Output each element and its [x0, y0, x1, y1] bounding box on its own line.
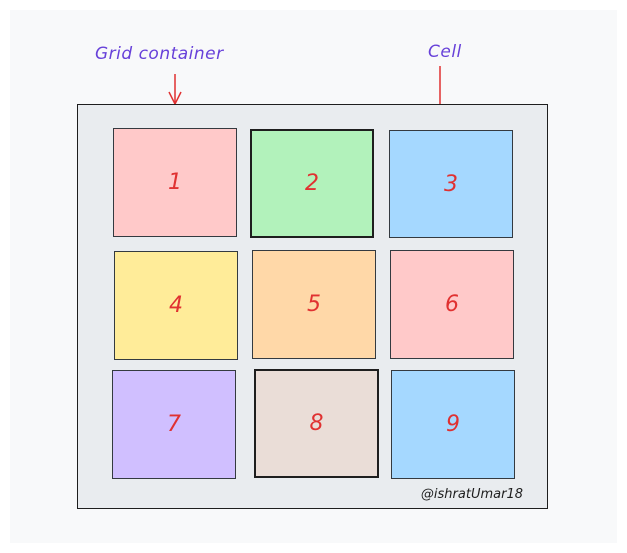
grid-container: 1 2 3 4 5 6 7 8 9 @ishratUmar18 — [77, 104, 548, 509]
cell-number: 6 — [445, 292, 459, 317]
grid-cell-7: 7 — [112, 370, 236, 479]
grid-container-arrow-icon — [168, 74, 182, 105]
cell-number: 3 — [444, 171, 458, 197]
cell-number: 4 — [169, 293, 183, 318]
grid-container-label: Grid container — [95, 44, 224, 64]
cell-number: 5 — [307, 292, 321, 317]
author-watermark: @ishratUmar18 — [420, 487, 523, 502]
cell-number: 8 — [309, 411, 324, 436]
grid-cell-4: 4 — [114, 251, 238, 360]
grid-cell-1: 1 — [113, 128, 237, 237]
cell-number: 1 — [168, 170, 182, 195]
grid-cell-8: 8 — [254, 369, 379, 478]
grid-cell-5: 5 — [252, 250, 376, 359]
grid-cell-2: 2 — [250, 129, 374, 238]
cell-label: Cell — [428, 42, 462, 62]
cell-number: 9 — [446, 412, 460, 437]
grid-cell-9: 9 — [391, 370, 515, 479]
grid-cell-6: 6 — [390, 250, 514, 359]
cell-number: 7 — [167, 412, 181, 437]
cell-number: 2 — [305, 171, 319, 196]
grid-cell-3: 3 — [389, 130, 513, 238]
